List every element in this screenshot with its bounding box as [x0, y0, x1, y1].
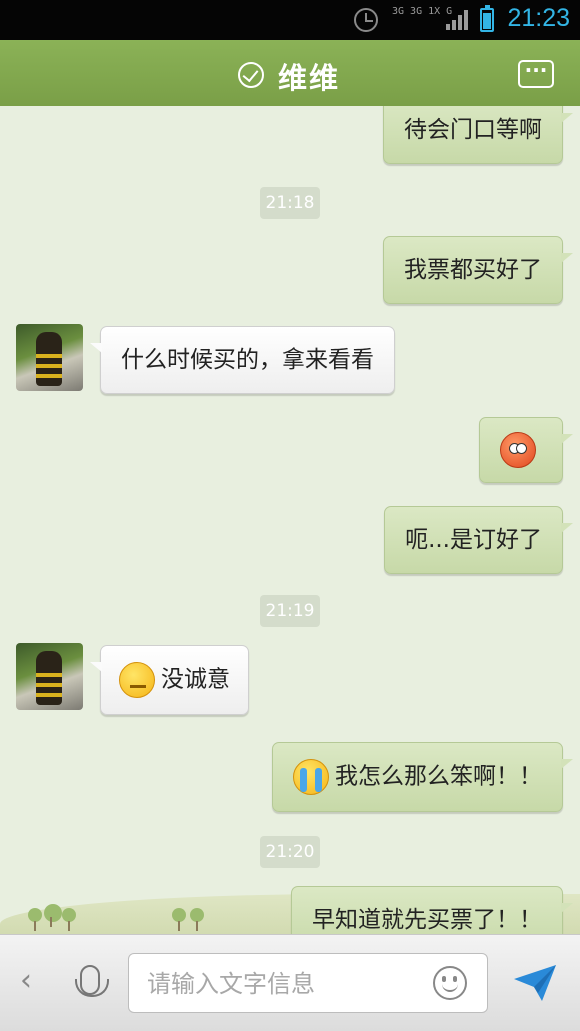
- message-bubble-outgoing[interactable]: 呃...是订好了: [384, 506, 573, 574]
- microphone-icon[interactable]: [75, 965, 109, 997]
- tree-icon: [44, 904, 62, 927]
- crying-face-icon: [293, 759, 329, 795]
- check-circle-icon: [238, 62, 264, 88]
- send-icon[interactable]: [512, 963, 558, 1003]
- timestamp: 21:20: [260, 836, 320, 868]
- message-text: 什么时候买的，拿来看看: [121, 347, 374, 373]
- message-bubble-outgoing[interactable]: 待会门口等啊: [383, 106, 573, 164]
- message-text: 没诚意: [161, 666, 230, 693]
- timestamp: 21:18: [260, 187, 320, 219]
- message-bubble-incoming[interactable]: 什么时候买的，拿来看看: [90, 326, 395, 394]
- angry-face-icon: [500, 432, 536, 468]
- message-text: 呃...是订好了: [405, 527, 542, 553]
- battery-icon: [480, 5, 494, 32]
- network-type-text: 3G 3G 1X G: [392, 6, 453, 17]
- message-bubble-outgoing[interactable]: 我票都买好了: [383, 236, 573, 304]
- message-bubble-outgoing[interactable]: 早知道就先买票了！！: [291, 886, 573, 934]
- message-list[interactable]: 待会门口等啊 21:18 我票都买好了 什么时候买的，拿来看看 呃...是订好了…: [0, 106, 580, 934]
- tree-icon: [172, 908, 186, 931]
- message-text: 待会门口等啊: [404, 117, 542, 143]
- message-text: 我票都买好了: [404, 257, 542, 283]
- tree-icon: [62, 908, 76, 931]
- back-chevron-icon[interactable]: ‹: [20, 963, 32, 998]
- message-input[interactable]: [147, 966, 417, 1002]
- contact-name: 维维: [278, 61, 341, 95]
- timestamp: 21:19: [260, 595, 320, 627]
- emoji-smile-icon[interactable]: [433, 966, 467, 1000]
- chat-header: 维维 ···: [0, 40, 580, 112]
- message-bubble-outgoing[interactable]: [479, 417, 573, 483]
- status-bar: 3G 3G 1X G 21:23: [0, 0, 580, 40]
- avatar[interactable]: [16, 324, 83, 391]
- alarm-icon: [354, 8, 378, 32]
- message-input-field[interactable]: [128, 953, 488, 1013]
- tree-icon: [28, 908, 42, 931]
- status-clock: 21:23: [507, 4, 570, 32]
- message-text: 我怎么那么笨啊！！: [335, 763, 542, 790]
- message-bubble-incoming[interactable]: 没诚意: [90, 645, 249, 715]
- avatar[interactable]: [16, 643, 83, 710]
- input-bar: ‹: [0, 934, 580, 1031]
- message-text: 早知道就先买票了！！: [312, 907, 542, 933]
- tree-icon: [190, 908, 204, 931]
- signal-icon: [446, 10, 470, 30]
- more-icon[interactable]: ···: [518, 60, 554, 88]
- message-bubble-outgoing[interactable]: 我怎么那么笨啊！！: [272, 742, 573, 812]
- sulky-face-icon: [119, 662, 155, 698]
